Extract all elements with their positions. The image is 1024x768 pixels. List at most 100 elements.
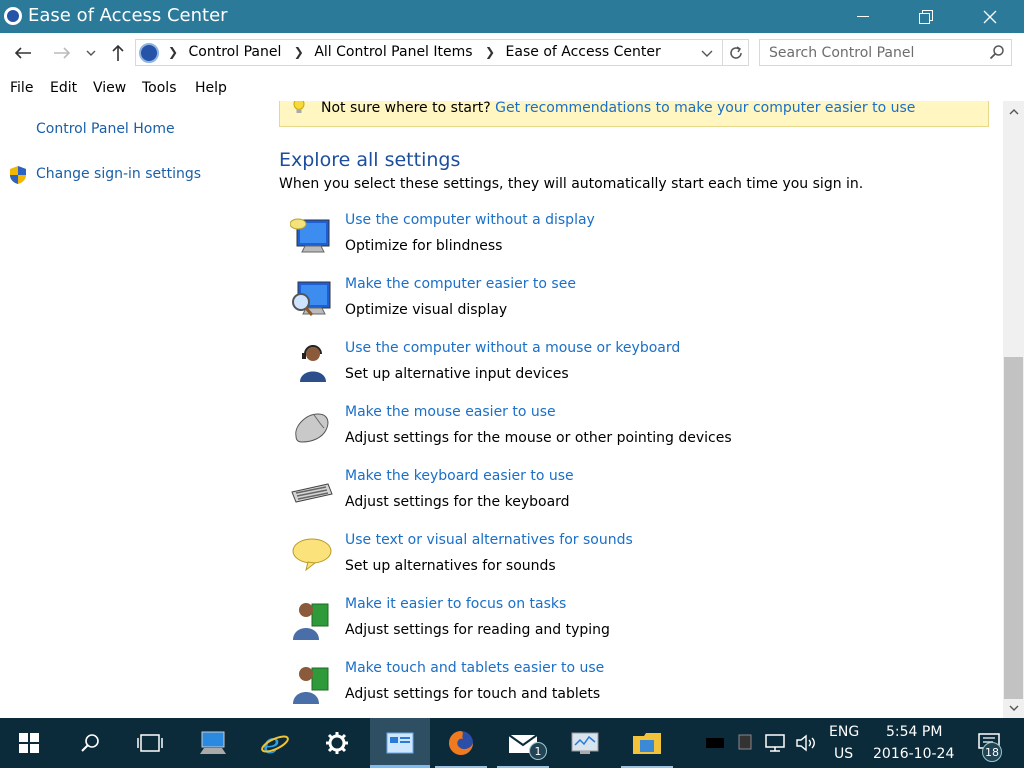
menu-edit[interactable]: Edit	[50, 80, 77, 96]
menu-help[interactable]: Help	[195, 80, 227, 96]
scrollbar-thumb[interactable]	[1004, 357, 1023, 699]
scroll-up-button[interactable]	[1003, 103, 1024, 120]
menu-view[interactable]: View	[93, 80, 126, 96]
speech-bubble-icon	[292, 538, 332, 572]
setting-link[interactable]: Use the computer without a mouse or keyb…	[345, 340, 680, 356]
start-button[interactable]	[0, 718, 58, 768]
computer-icon	[200, 731, 226, 754]
chevron-right-icon: ❯	[293, 45, 304, 59]
vertical-scrollbar[interactable]	[1003, 101, 1024, 718]
setting-link[interactable]: Make the keyboard easier to use	[345, 468, 574, 484]
chevron-down-icon	[1009, 705, 1018, 711]
firefox-icon	[449, 731, 473, 755]
setting-description: Set up alternative input devices	[345, 366, 569, 382]
address-bar[interactable]: ❯ Control Panel ❯ All Control Panel Item…	[135, 39, 749, 66]
up-button[interactable]	[106, 40, 130, 66]
search-input[interactable]	[760, 40, 980, 65]
chevron-right-icon: ❯	[485, 45, 496, 59]
change-sign-in-settings-link[interactable]: Change sign-in settings	[36, 166, 201, 182]
restore-button[interactable]	[903, 0, 949, 33]
input-indicator-icon[interactable]	[706, 738, 724, 748]
recent-locations-button[interactable]	[80, 40, 102, 66]
chevron-up-icon	[1009, 108, 1018, 114]
remote-desktop-taskbar-button[interactable]	[183, 718, 243, 768]
recommendations-link[interactable]: Get recommendations to make your compute…	[495, 101, 915, 116]
language-indicator[interactable]: ENG	[829, 724, 859, 740]
task-view-icon	[137, 734, 163, 752]
section-description: When you select these settings, they wil…	[279, 176, 864, 192]
restore-icon	[919, 9, 933, 24]
setting-description: Adjust settings for the keyboard	[345, 494, 570, 510]
breadcrumb-all-items[interactable]: All Control Panel Items	[314, 44, 472, 60]
setting-link[interactable]: Make the mouse easier to use	[345, 404, 556, 420]
action-center-button[interactable]: 18	[964, 718, 1014, 768]
setting-item: Use text or visual alternatives for soun…	[290, 532, 930, 592]
arrow-up-icon	[112, 44, 124, 61]
setting-description: Optimize for blindness	[345, 238, 503, 254]
mail-taskbar-button[interactable]: 1	[493, 718, 553, 768]
left-pane: Control Panel Home Change sign-in settin…	[0, 101, 270, 718]
address-dropdown-button[interactable]	[696, 42, 718, 64]
search-taskbar-button[interactable]	[60, 718, 120, 768]
breadcrumb-ease-of-access[interactable]: Ease of Access Center	[506, 44, 661, 60]
menu-file[interactable]: File	[10, 80, 33, 96]
file-explorer-taskbar-button[interactable]	[617, 718, 677, 768]
internet-explorer-icon: e	[261, 728, 289, 758]
region-indicator[interactable]: US	[834, 746, 853, 762]
menu-tools[interactable]: Tools	[142, 80, 177, 96]
refresh-button[interactable]	[722, 40, 748, 65]
control-panel-icon	[386, 732, 414, 754]
search-icon[interactable]	[989, 44, 1005, 60]
setting-item: Make touch and tablets easier to use Adj…	[290, 660, 930, 718]
network-icon[interactable]	[764, 734, 786, 752]
person-headset-icon	[300, 345, 326, 382]
person-tablet-icon	[293, 667, 329, 704]
setting-item: Make the mouse easier to use Adjust sett…	[290, 404, 930, 464]
setting-description: Adjust settings for touch and tablets	[345, 686, 601, 702]
ease-of-access-icon	[4, 7, 22, 25]
setting-link[interactable]: Use the computer without a display	[345, 212, 595, 228]
control-panel-taskbar-button[interactable]	[370, 718, 430, 768]
minimize-icon	[857, 15, 869, 17]
chevron-down-icon	[701, 50, 713, 57]
volume-icon[interactable]	[795, 734, 819, 752]
forward-button[interactable]	[50, 40, 74, 66]
control-panel-home-link[interactable]: Control Panel Home	[36, 121, 175, 137]
performance-monitor-icon	[571, 732, 599, 754]
settings-taskbar-button[interactable]	[307, 718, 367, 768]
setting-item: Make the keyboard easier to use Adjust s…	[290, 468, 930, 528]
setting-item: Make it easier to focus on tasks Adjust …	[290, 596, 930, 656]
search-box	[759, 39, 1012, 66]
control-panel-icon	[139, 43, 159, 63]
back-button[interactable]	[11, 40, 35, 66]
breadcrumb-control-panel[interactable]: Control Panel	[189, 44, 282, 60]
clock-date[interactable]: 2016-10-24	[873, 746, 954, 762]
setting-description: Adjust settings for the mouse or other p…	[345, 430, 732, 446]
setting-link[interactable]: Make it easier to focus on tasks	[345, 596, 566, 612]
keyboard-icon	[291, 483, 333, 503]
battery-icon[interactable]	[738, 734, 752, 750]
title-bar: Ease of Access Center	[0, 0, 1024, 33]
monitor-narrator-icon	[290, 218, 330, 253]
setting-link[interactable]: Make touch and tablets easier to use	[345, 660, 604, 676]
recommendation-banner: Not sure where to start? Get recommendat…	[279, 101, 989, 127]
chevron-down-icon	[86, 50, 96, 56]
mail-badge: 1	[529, 742, 547, 760]
shield-icon	[10, 166, 26, 184]
setting-link[interactable]: Make the computer easier to see	[345, 276, 576, 292]
internet-explorer-taskbar-button[interactable]: e	[245, 718, 305, 768]
task-manager-taskbar-button[interactable]	[555, 718, 615, 768]
firefox-taskbar-button[interactable]	[431, 718, 491, 768]
setting-item: Use the computer without a display Optim…	[290, 212, 930, 272]
task-view-button[interactable]	[120, 718, 180, 768]
minimize-button[interactable]	[840, 0, 886, 33]
scroll-down-button[interactable]	[1003, 699, 1024, 716]
mouse-icon	[295, 413, 329, 443]
person-book-icon	[293, 603, 329, 640]
gear-icon	[326, 732, 348, 754]
close-button[interactable]	[967, 0, 1013, 33]
setting-description: Set up alternatives for sounds	[345, 558, 556, 574]
clock-time[interactable]: 5:54 PM	[886, 724, 942, 740]
setting-item: Use the computer without a mouse or keyb…	[290, 340, 930, 400]
setting-link[interactable]: Use text or visual alternatives for soun…	[345, 532, 633, 548]
